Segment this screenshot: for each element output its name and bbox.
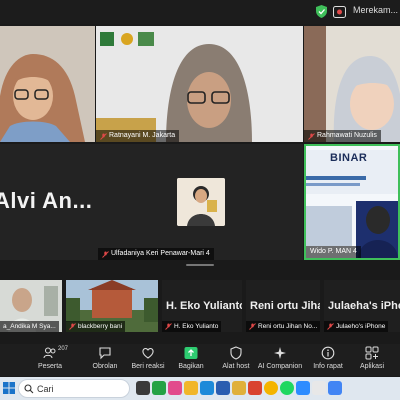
meeting-status-bar: Merekam... [0, 0, 400, 24]
participants-button[interactable]: Peserta [22, 346, 78, 370]
avatar [177, 178, 225, 226]
heart-icon [142, 347, 154, 359]
recording-icon [333, 6, 346, 18]
participant-name-tag: Ratnayani M. Jakarta [96, 130, 180, 142]
app-icon[interactable] [184, 381, 198, 395]
app-icon[interactable] [248, 381, 262, 395]
file-explorer-icon[interactable] [232, 381, 246, 395]
shield-icon [230, 346, 242, 360]
participant-name: Julaeho's iPhone [336, 323, 386, 330]
taskview-icon[interactable] [136, 381, 150, 395]
participant-name: Reni ortu Jihan No... [258, 323, 318, 330]
chat-icon [99, 347, 111, 360]
participant-video [0, 26, 95, 142]
video-tile-2[interactable]: Ratnayani M. Jakarta [96, 26, 303, 142]
spotify-icon[interactable] [280, 381, 294, 395]
participant-video [304, 26, 400, 142]
app-icon[interactable] [168, 381, 182, 395]
zoom-icon[interactable] [296, 381, 310, 395]
os-taskbar: Cari [0, 377, 400, 400]
search-icon [24, 384, 34, 394]
participant-name-tag: Julaeho's iPhone [324, 321, 389, 332]
participant-name-tag: H. Eko Yulianto [162, 321, 222, 332]
participants-label: Peserta [37, 363, 63, 370]
participant-name-tag: Rahmawati Nuzulis [304, 130, 381, 142]
whatsapp-icon[interactable] [152, 381, 166, 395]
app-icon[interactable] [312, 381, 326, 395]
filmstrip-tile-4[interactable]: Reni ortu Jihan... Reni ortu Jihan No... [246, 280, 320, 332]
recording-label: Merekam... [353, 5, 399, 15]
video-tile-5-active-speaker[interactable]: BINAR Wido P. MAN 4 [304, 144, 400, 260]
video-tile-1[interactable] [0, 26, 95, 142]
meeting-toolbar: Peserta 207 Obrolan Beri reaksi Bagikan … [0, 344, 400, 376]
participant-name-tag: Ulfadaniya Keri Penawar-Mari 4 [98, 248, 214, 260]
banner-title: BINAR [330, 152, 368, 164]
participant-name: Rahmawati Nuzulis [317, 132, 377, 139]
video-tile-4[interactable]: Alvi An... Ulfadaniya Keri Penawar-Mari … [0, 144, 303, 260]
search-label: Cari [37, 384, 54, 394]
mic-muted-icon [327, 323, 334, 330]
participant-big-label: Reni ortu Jihan... [250, 300, 320, 312]
filmstrip-tile-2[interactable]: blackberry bani [66, 280, 158, 332]
taskbar-search-box[interactable]: Cari [18, 379, 130, 398]
participant-name-tag: blackberry bani [66, 321, 126, 332]
filmstrip-tile-5[interactable]: Julaeha's iPhone Julaeho's iPhone [324, 280, 400, 332]
participant-big-label: Alvi An... [0, 188, 93, 213]
participant-video [96, 26, 303, 142]
filmstrip-tile-1[interactable]: a_Andika M Sya... [0, 280, 62, 332]
participants-count: 207 [58, 346, 69, 352]
edge-icon[interactable] [200, 381, 214, 395]
participant-name-tag: Wido P. MAN 4 [306, 246, 361, 258]
app-icon[interactable] [216, 381, 230, 395]
mic-muted-icon [308, 132, 315, 140]
participant-name: a_Andika M Sya... [3, 323, 56, 330]
encryption-shield-icon[interactable] [316, 5, 327, 18]
windows-start-icon[interactable] [3, 382, 15, 394]
chrome-icon[interactable] [264, 381, 278, 395]
participant-name: Ratnayani M. Jakarta [109, 132, 176, 139]
participant-name-tag: a_Andika M Sya... [0, 321, 59, 332]
participants-icon [43, 347, 56, 359]
app-icon[interactable] [328, 381, 342, 395]
participant-big-label: H. Eko Yulianto [166, 300, 242, 312]
apps-button[interactable]: Aplikasi [344, 346, 400, 370]
mic-muted-icon [102, 250, 109, 258]
apps-label: Aplikasi [359, 363, 385, 370]
participant-name-tag: Reni ortu Jihan No... [246, 321, 320, 332]
apps-icon [365, 346, 379, 360]
sparkle-icon [274, 347, 286, 359]
mic-muted-icon [100, 132, 107, 140]
share-icon [184, 347, 198, 359]
gallery-scroll-indicator[interactable] [186, 264, 214, 266]
participant-big-label: Julaeha's iPhone [328, 300, 400, 312]
mic-muted-icon [165, 323, 172, 330]
video-tile-3[interactable]: Rahmawati Nuzulis [304, 26, 400, 142]
filmstrip-tile-3[interactable]: H. Eko Yulianto H. Eko Yulianto [162, 280, 242, 332]
participant-name: Wido P. MAN 4 [310, 248, 357, 255]
participant-name: Ulfadaniya Keri Penawar-Mari 4 [111, 250, 210, 257]
participant-name: H. Eko Yulianto [174, 323, 219, 330]
mic-muted-icon [69, 323, 76, 330]
mic-muted-icon [249, 323, 256, 330]
participant-name: blackberry bani [78, 323, 123, 330]
info-icon [321, 346, 335, 360]
